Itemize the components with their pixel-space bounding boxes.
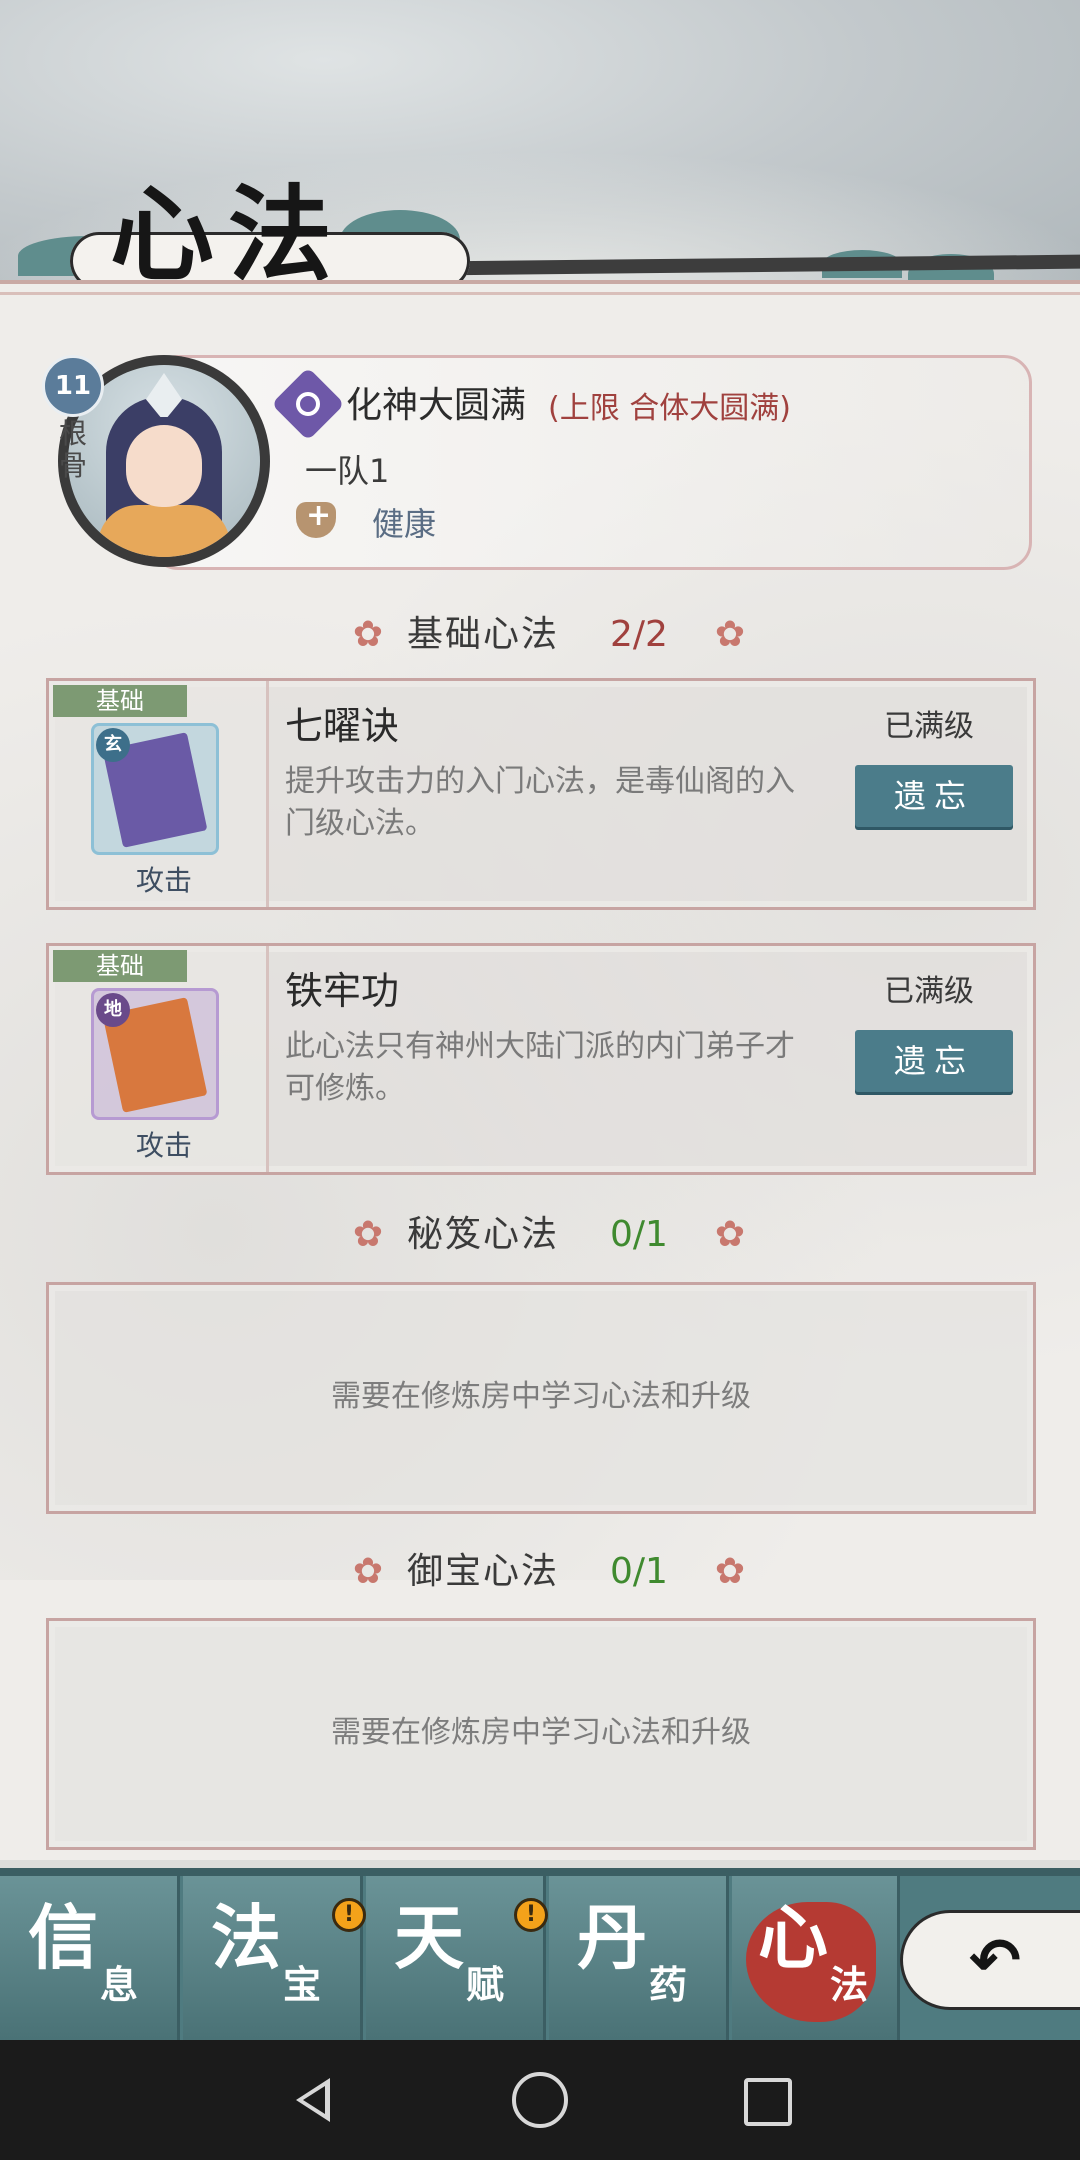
flower-icon: ✿ [714,1551,746,1592]
section-count: 0/1 [610,1551,668,1592]
flower-icon: ✿ [352,1551,384,1592]
flower-icon: ✿ [714,614,746,655]
realm-limit: (上限 合体大圆满) [548,391,791,426]
back-arrow-icon: ↶ [969,1924,1021,1997]
health-status: 健康 [372,505,437,543]
section-header-secret: ✿ 秘笈心法 0/1 ✿ [0,1205,1080,1265]
tab-label-sub: 宝 [283,1963,322,2007]
system-home-icon[interactable] [512,2072,568,2128]
empty-technique-slot[interactable]: 需要在修炼房中学习心法和升级 [46,1618,1036,1850]
tab-talent[interactable]: 天 赋 [366,1876,546,2040]
root-badge: 11 [42,355,104,417]
technique-tag: 基础 [53,950,187,982]
flower-icon: ✿ [714,1214,746,1255]
technique-name: 铁牢功 [285,969,400,1013]
empty-slot-hint: 需要在修炼房中学习心法和升级 [331,1715,751,1750]
technique-type: 攻击 [135,1129,192,1162]
tab-label-main: 法 [211,1896,281,1979]
section-count: 2/2 [610,614,668,655]
technique-state: 已满级 [884,709,974,744]
tab-label-sub: 法 [830,1963,869,2007]
technique-card[interactable]: 基础 玄 攻击 七曜诀 提升攻击力的入门心法，是毒仙阁的入门级心法。 已满级 遗… [46,678,1036,910]
tab-label-sub: 赋 [466,1963,505,2007]
system-recents-icon[interactable] [744,2078,792,2126]
book-icon: 地 [91,988,219,1120]
tab-mind-method[interactable]: 心 法 [732,1876,900,2040]
flower-icon: ✿ [352,1214,384,1255]
technique-description: 此心法只有神州大陆门派的内门弟子才可修炼。 [285,1029,795,1106]
section-count: 0/1 [610,1214,668,1255]
tab-label-sub: 药 [649,1963,688,2007]
grade-badge: 玄 [96,728,130,762]
empty-technique-slot[interactable]: 需要在修炼房中学习心法和升级 [46,1282,1036,1514]
tab-info[interactable]: 信 息 [0,1876,180,2040]
technique-name: 七曜诀 [285,704,400,748]
section-label: 御宝心法 [407,1551,560,1592]
tab-label-main: 天 [394,1896,464,1979]
system-back-icon[interactable] [286,2072,342,2128]
technique-card[interactable]: 基础 地 攻击 铁牢功 此心法只有神州大陆门派的内门弟子才可修炼。 已满级 遗忘 [46,943,1036,1175]
technique-description: 提升攻击力的入门心法，是毒仙阁的入门级心法。 [285,764,795,841]
realm-name: 化神大圆满 [346,385,527,426]
back-button[interactable]: ↶ [900,1910,1080,2010]
grade-badge: 地 [96,993,130,1027]
root-label: 根骨 [58,417,87,482]
avatar-face [126,425,202,507]
health-icon [296,498,336,538]
tab-label-main: 丹 [577,1896,647,1979]
empty-slot-hint: 需要在修炼房中学习心法和升级 [331,1379,751,1414]
alert-icon: ! [514,1898,548,1932]
forget-button[interactable]: 遗忘 [855,765,1013,827]
book-icon: 玄 [91,723,219,855]
tab-label-main: 心 [758,1896,828,1979]
section-header-treasure: ✿ 御宝心法 0/1 ✿ [0,1542,1080,1602]
technique-type: 攻击 [135,864,192,897]
alert-icon: ! [332,1898,366,1932]
technique-icon-box: 基础 地 攻击 [49,946,269,1172]
forget-button[interactable]: 遗忘 [855,1030,1013,1092]
section-header-basic: ✿ 基础心法 2/2 ✿ [0,605,1080,665]
team-name: 一队1 [305,452,390,490]
tab-label-sub: 息 [100,1963,139,2007]
tab-label-main: 信 [28,1896,98,1979]
tab-treasure[interactable]: 法 宝 [183,1876,363,2040]
flower-icon: ✿ [352,614,384,655]
section-label: 基础心法 [407,614,560,655]
technique-tag: 基础 [53,685,187,717]
technique-state: 已满级 [884,974,974,1009]
technique-icon-box: 基础 玄 攻击 [49,681,269,907]
avatar-body [98,505,230,557]
section-label: 秘笈心法 [407,1214,560,1255]
tab-pills[interactable]: 丹 药 [549,1876,729,2040]
